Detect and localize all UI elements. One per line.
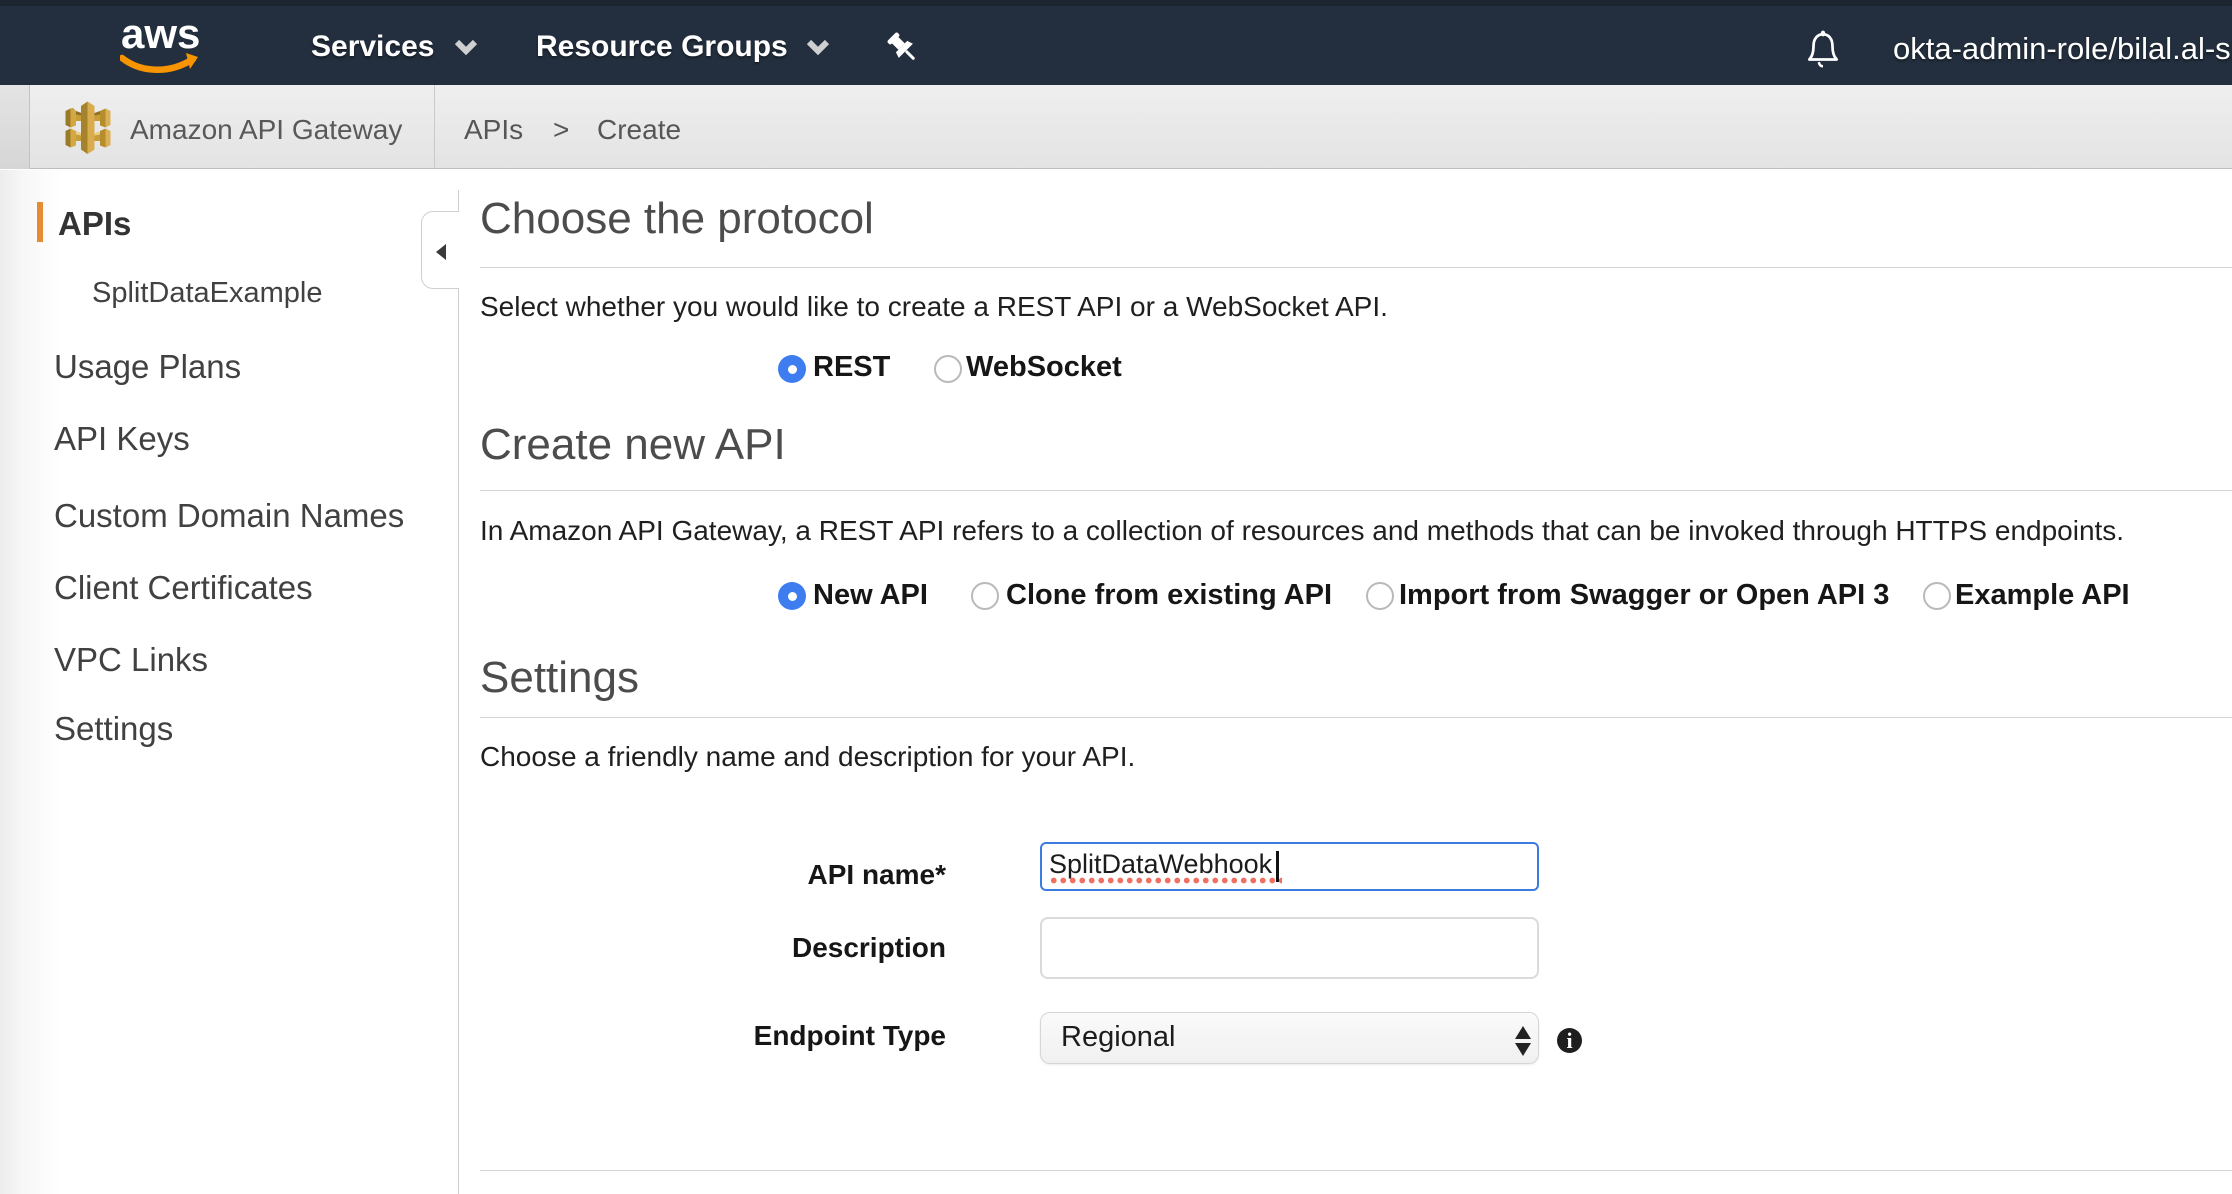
svg-text:aws: aws xyxy=(121,10,200,57)
